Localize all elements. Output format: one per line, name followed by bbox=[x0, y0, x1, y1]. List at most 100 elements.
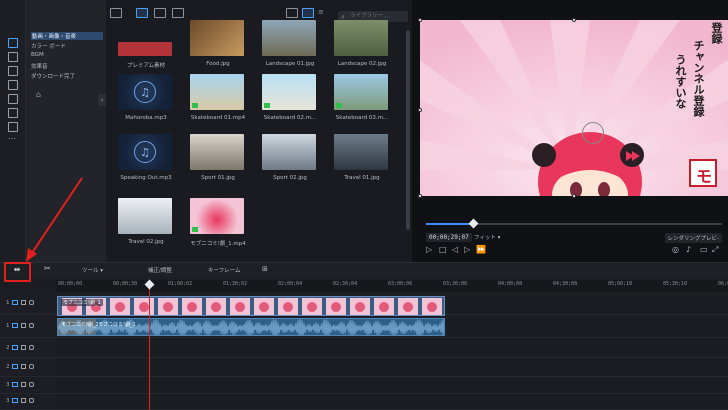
display-icon[interactable]: ▭ bbox=[700, 245, 708, 254]
enable-checkbox[interactable] bbox=[20, 398, 26, 403]
lock-icon[interactable] bbox=[28, 398, 34, 403]
category-item[interactable]: カラー ボード bbox=[31, 42, 66, 50]
media-room-icon[interactable] bbox=[8, 38, 18, 48]
collapse-panel-button[interactable]: ‹ bbox=[98, 94, 106, 106]
tools-menu[interactable]: ツール ▾ bbox=[82, 266, 103, 274]
timeline-toolbar: ✂ ツール ▾ 補正/調整 キーフレーム ⊞ bbox=[0, 262, 728, 278]
undock-icon[interactable]: ⤢ bbox=[712, 245, 718, 255]
media-label: モブニコミ!劇_1.mp4 bbox=[190, 241, 246, 247]
correct-adjust-button[interactable]: 補正/調整 bbox=[148, 266, 172, 274]
track-number: 3 bbox=[6, 381, 10, 388]
effect-room-icon[interactable] bbox=[8, 52, 18, 62]
resize-handle[interactable] bbox=[572, 194, 576, 198]
timecode-display[interactable]: 00;00;29;07 bbox=[426, 233, 472, 242]
trim-icon[interactable]: ✂ bbox=[44, 264, 51, 273]
sticker-room-icon[interactable] bbox=[8, 108, 18, 118]
track-header[interactable]: 2 bbox=[6, 363, 34, 370]
clip-frame bbox=[206, 298, 226, 315]
clip-frame bbox=[230, 298, 250, 315]
audio-room-icon[interactable] bbox=[8, 94, 18, 104]
enable-checkbox[interactable] bbox=[20, 300, 26, 305]
play-icon[interactable]: ▷ bbox=[426, 245, 432, 254]
resize-handle[interactable] bbox=[418, 18, 422, 22]
more-icon[interactable]: ⋯ bbox=[8, 135, 18, 146]
resize-handle[interactable] bbox=[572, 18, 576, 22]
audio-clip[interactable]: モブニコミ!劇_1 モブニコミ!劇_1 bbox=[57, 318, 445, 336]
grid-view-icon[interactable] bbox=[302, 8, 314, 18]
enable-checkbox[interactable] bbox=[20, 323, 26, 328]
lock-icon[interactable] bbox=[28, 300, 34, 305]
media-tile[interactable]: Skateboard 01.mp4 bbox=[190, 74, 250, 121]
import-icon[interactable] bbox=[110, 8, 122, 18]
lock-icon[interactable] bbox=[28, 344, 34, 350]
video-badge-icon bbox=[336, 103, 342, 108]
snapshot-icon[interactable]: ◎ bbox=[672, 245, 679, 254]
library-category-panel: 動画・画像・音楽 カラー ボード BGM 効果音 ダウンロード完了 ⌂ bbox=[26, 0, 106, 262]
subtitle-icon[interactable]: ⊞ bbox=[262, 265, 268, 273]
fast-forward-icon[interactable]: ⏩ bbox=[476, 245, 486, 254]
media-thumbnail bbox=[190, 74, 244, 110]
resize-handle[interactable] bbox=[418, 108, 422, 112]
zoom-fit-select[interactable]: フィット ▾ bbox=[474, 233, 500, 241]
media-tile[interactable]: Landscape 01.jpg bbox=[262, 20, 322, 67]
media-label: Sport 02.jpg bbox=[273, 175, 307, 181]
lock-icon[interactable] bbox=[28, 363, 34, 369]
category-item[interactable]: ダウンロード完了 bbox=[31, 72, 75, 80]
timeline-ruler[interactable]: 00;00;00 00;00;30 01;00;02 01;30;02 02;00;04… bbox=[56, 280, 728, 292]
media-tile[interactable]: Travel 02.jpg bbox=[118, 198, 178, 245]
playhead[interactable] bbox=[149, 283, 150, 410]
prev-frame-icon[interactable]: ◁ bbox=[452, 245, 458, 254]
track-header[interactable]: 3 bbox=[6, 398, 34, 404]
preview-canvas: モ 登録 チャンネル登録 うれすいな bbox=[420, 20, 728, 196]
lock-icon[interactable] bbox=[28, 323, 34, 328]
track-header[interactable]: 3 bbox=[6, 381, 34, 388]
filter-video-icon[interactable] bbox=[136, 8, 148, 18]
category-item[interactable]: BGM bbox=[31, 52, 44, 58]
scrubber-knob[interactable] bbox=[468, 218, 479, 229]
media-tile[interactable]: プレミアム素材 bbox=[118, 20, 178, 69]
clip-frame bbox=[254, 298, 274, 315]
media-tile[interactable]: Travel 01.jpg bbox=[334, 134, 394, 181]
media-tile[interactable]: Skateboard 02.m... bbox=[262, 74, 322, 121]
filter-image-icon[interactable] bbox=[154, 8, 166, 18]
scrubber-progress bbox=[426, 223, 474, 225]
ruler-tick: 03;30;06 bbox=[443, 281, 468, 287]
highlight-box bbox=[4, 262, 31, 282]
video-clip[interactable]: モブニコミ!劇_1 bbox=[57, 296, 445, 316]
media-tile[interactable]: Skateboard 03.m... bbox=[334, 74, 394, 121]
media-tile[interactable]: ♫ Speaking Out.mp3 bbox=[118, 134, 178, 181]
track-header[interactable]: 1 bbox=[6, 323, 34, 329]
render-preview-button[interactable]: レンダリングプレビ- bbox=[664, 233, 722, 243]
track-header[interactable]: 1 bbox=[6, 300, 34, 306]
lock-icon[interactable] bbox=[28, 381, 34, 387]
filter-audio-icon[interactable] bbox=[172, 8, 184, 18]
audio-track-icon bbox=[11, 323, 18, 328]
media-tile[interactable]: Food.jpg bbox=[190, 20, 250, 67]
audio-icon[interactable]: ♪ bbox=[686, 245, 691, 254]
media-tile[interactable]: ♫ Mahoroba.mp3 bbox=[118, 74, 178, 121]
resize-handle[interactable] bbox=[418, 194, 422, 198]
category-item[interactable]: 効果音 bbox=[31, 62, 48, 70]
media-tile[interactable]: Landscape 02.jpg bbox=[334, 20, 394, 67]
title-room-icon[interactable] bbox=[8, 66, 18, 76]
enable-checkbox[interactable] bbox=[20, 381, 26, 387]
library-scrollbar[interactable] bbox=[406, 30, 410, 230]
media-tile[interactable]: モブニコミ!劇_1.mp4 bbox=[190, 198, 250, 247]
enable-checkbox[interactable] bbox=[20, 363, 26, 369]
chapter-room-icon[interactable] bbox=[8, 122, 18, 132]
media-tile[interactable]: Sport 01.jpg bbox=[190, 134, 250, 181]
enable-checkbox[interactable] bbox=[20, 344, 26, 350]
keyframe-button[interactable]: キーフレーム bbox=[208, 266, 241, 274]
category-item[interactable]: 動画・画像・音楽 bbox=[31, 32, 103, 40]
menu-icon[interactable]: ≡ bbox=[318, 8, 326, 18]
preview-scrubber[interactable] bbox=[426, 218, 722, 229]
transition-room-icon[interactable] bbox=[8, 80, 18, 90]
list-view-icon[interactable] bbox=[286, 8, 298, 18]
anchor-point-icon[interactable] bbox=[582, 122, 604, 144]
track-header[interactable]: 2 bbox=[6, 344, 34, 351]
media-tile[interactable]: Sport 02.jpg bbox=[262, 134, 322, 181]
tag-icon[interactable]: ⌂ bbox=[36, 90, 41, 99]
next-frame-icon[interactable]: ▷ bbox=[464, 245, 470, 254]
stop-icon[interactable]: □ bbox=[439, 245, 447, 254]
media-thumbnail bbox=[262, 20, 316, 56]
